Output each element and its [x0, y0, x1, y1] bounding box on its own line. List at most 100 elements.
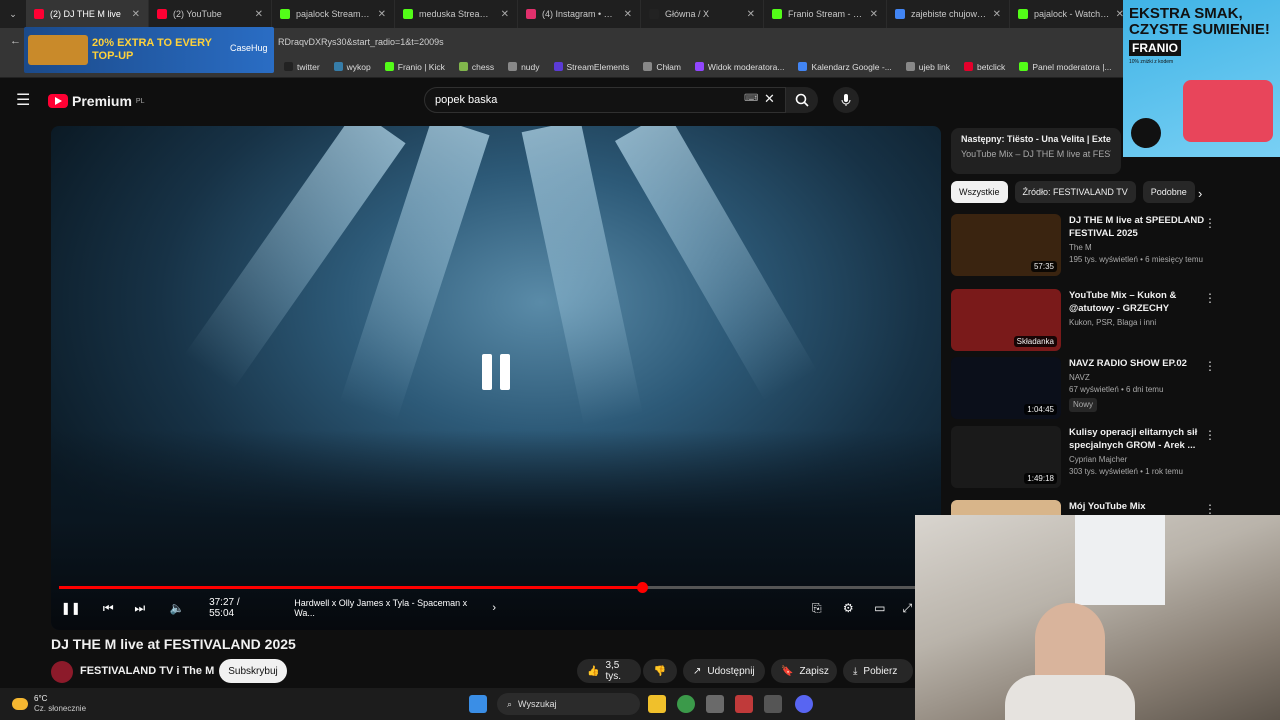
close-tab-icon[interactable]: ✕: [132, 9, 140, 20]
rec-channel[interactable]: Kukon, PSR, Blaga i inni: [1069, 317, 1216, 329]
bookmark-item[interactable]: twitter: [284, 62, 320, 72]
browser-tab[interactable]: zajebiste chujowe ch ✕: [887, 0, 1010, 28]
bookmark-item[interactable]: ujeb link: [905, 62, 950, 72]
progress-bar[interactable]: [59, 582, 916, 593]
file-explorer-icon[interactable]: [648, 695, 666, 713]
rec-title[interactable]: DJ THE M live at SPEEDLAND FESTIVAL 2025: [1069, 214, 1216, 240]
bookmark-item[interactable]: Panel moderatora |...: [1019, 62, 1112, 72]
rec-channel[interactable]: NAVZ: [1069, 372, 1216, 384]
light-beam: [615, 126, 817, 401]
recommendation-item[interactable]: 1:49:18 Kulisy operacji elitarnych sił sp…: [951, 426, 1216, 490]
browser-tab[interactable]: meduska Stream - W ✕: [395, 0, 518, 28]
video-player[interactable]: [51, 126, 941, 630]
chevron-right-icon[interactable]: ›: [492, 602, 496, 614]
sponsor-ad[interactable]: EKSTRA SMAK, CZYSTE SUMIENIE! FRANIO 10%…: [1123, 0, 1280, 157]
clear-search-icon[interactable]: ✕: [764, 91, 775, 107]
bookmark-item[interactable]: wykop: [333, 62, 371, 72]
volume-icon[interactable]: 🔈: [166, 598, 190, 618]
bookmark-item[interactable]: Kalendarz Google -...: [798, 62, 892, 72]
ad-brand: FRANIO: [1129, 40, 1181, 56]
close-tab-icon[interactable]: ✕: [255, 9, 263, 20]
browser-tab[interactable]: Główna / X ✕: [641, 0, 764, 28]
close-tab-icon[interactable]: ✕: [624, 9, 632, 20]
taskbar-search[interactable]: ⌕ Wyszukaj: [497, 693, 640, 715]
video-thumbnail[interactable]: 1:49:18: [951, 426, 1061, 488]
chapter-title[interactable]: Hardwell x Olly James x Tyla - Spaceman …: [294, 598, 486, 618]
recommendation-item[interactable]: 1:04:45 NAVZ RADIO SHOW EP.02 NAVZ 67 wyświ…: [951, 357, 1216, 421]
video-thumbnail[interactable]: 57:35: [951, 214, 1061, 276]
rec-title[interactable]: NAVZ RADIO SHOW EP.02: [1069, 357, 1216, 370]
browser-tab[interactable]: (2) DJ THE M live ✕: [26, 0, 149, 28]
chevron-right-icon[interactable]: ›: [1198, 186, 1202, 201]
video-thumbnail[interactable]: Składanka: [951, 289, 1061, 351]
up-next-card[interactable]: Następny: Tiësto - Una Velita | Extende …: [951, 128, 1121, 174]
dislike-button[interactable]: 👎: [643, 659, 677, 683]
bookmark-item[interactable]: nudy: [508, 62, 540, 72]
recommendation-item[interactable]: Składanka YouTube Mix – Kukon & @atutowy …: [951, 289, 1216, 353]
subtitles-icon[interactable]: ⎘: [805, 598, 829, 618]
more-options-icon[interactable]: ⋮: [1204, 216, 1216, 230]
rec-title[interactable]: Kulisy operacji elitarnych sił specjalny…: [1069, 426, 1216, 452]
bookmark-item[interactable]: Franio | Kick: [384, 61, 445, 72]
pause-icon[interactable]: ❚❚: [59, 598, 83, 618]
channel-avatar[interactable]: [51, 661, 73, 683]
menu-icon[interactable]: ☰: [16, 90, 30, 110]
like-button[interactable]: 👍 3,5 tys.: [577, 659, 641, 683]
more-options-icon[interactable]: ⋮: [1204, 428, 1216, 442]
filter-chip[interactable]: Źródło: FESTIVALAND TV: [1014, 181, 1136, 203]
rec-title[interactable]: Mój YouTube Mix: [1069, 500, 1216, 513]
share-button[interactable]: ↗ Udostępnij: [683, 659, 765, 683]
rec-channel[interactable]: Cyprian Majcher: [1069, 454, 1216, 466]
app-icon[interactable]: [735, 695, 753, 713]
subscribe-button[interactable]: Subskrybuj: [219, 659, 287, 683]
recommendation-item[interactable]: 57:35 DJ THE M live at SPEEDLAND FESTIVAL…: [951, 214, 1216, 278]
filter-chip[interactable]: Wszystkie: [951, 181, 1008, 203]
youtube-logo[interactable]: Premium PL: [48, 93, 144, 109]
bookmark-item[interactable]: StreamElements: [553, 62, 629, 72]
tab-list-icon[interactable]: ⌄: [0, 4, 26, 24]
bookmark-item[interactable]: Chłam: [643, 62, 681, 72]
search-input[interactable]: popek baska: [424, 87, 786, 113]
browser-tab[interactable]: pajalock - Watch clip ✕: [1010, 0, 1133, 28]
back-icon[interactable]: ←: [10, 35, 21, 47]
windows-start-icon[interactable]: [469, 695, 487, 713]
progress-scrubber[interactable]: [636, 582, 648, 593]
rec-channel[interactable]: The M: [1069, 242, 1216, 254]
next-icon[interactable]: ⏭: [128, 598, 152, 618]
browser-tab[interactable]: Franio Stream - Watc ✕: [764, 0, 887, 28]
settings-icon[interactable]: [764, 695, 782, 713]
banner-ad[interactable]: 20% EXTRA TO EVERY TOP-UP CaseHug: [24, 27, 274, 73]
pause-overlay-icon[interactable]: [476, 354, 516, 394]
bookmark-label: Franio | Kick: [397, 61, 445, 72]
discord-icon[interactable]: [795, 695, 813, 713]
close-tab-icon[interactable]: ✕: [993, 9, 1001, 20]
previous-icon[interactable]: ⏮: [97, 598, 121, 618]
search-button[interactable]: [786, 87, 818, 113]
close-tab-icon[interactable]: ✕: [870, 9, 878, 20]
bookmark-item[interactable]: chess: [458, 62, 494, 72]
browser-tab[interactable]: (2) YouTube ✕: [149, 0, 272, 28]
settings-icon[interactable]: ⚙: [837, 598, 861, 618]
browser-tab[interactable]: (4) Instagram • Wiad ✕: [518, 0, 641, 28]
filter-chip[interactable]: Podobne: [1142, 181, 1195, 203]
close-tab-icon[interactable]: ✕: [501, 9, 509, 20]
rec-title[interactable]: YouTube Mix – Kukon & @atutowy - GRZECHY: [1069, 289, 1216, 315]
more-options-icon[interactable]: ⋮: [1204, 502, 1216, 516]
download-button[interactable]: ⤓ Pobierz: [843, 659, 913, 683]
keyboard-icon[interactable]: ⌨: [744, 93, 758, 104]
miniplayer-icon[interactable]: ▭: [868, 598, 892, 618]
bookmark-item[interactable]: betclick: [963, 62, 1005, 72]
mic-button[interactable]: [833, 87, 859, 113]
browser-tab[interactable]: pajalock Stream - Wa ✕: [272, 0, 395, 28]
close-tab-icon[interactable]: ✕: [747, 9, 755, 20]
app-icon[interactable]: [706, 695, 724, 713]
more-options-icon[interactable]: ⋮: [1204, 359, 1216, 373]
url-text[interactable]: RDraqvDXRys30&start_radio=1&t=2009s: [278, 37, 444, 47]
chrome-icon[interactable]: [677, 695, 695, 713]
bookmark-item[interactable]: Widok moderatora...: [694, 62, 784, 72]
close-tab-icon[interactable]: ✕: [378, 9, 386, 20]
video-thumbnail[interactable]: 1:04:45: [951, 357, 1061, 419]
channel-name[interactable]: FESTIVALAND TV i The M: [80, 665, 214, 677]
save-button[interactable]: 🔖 Zapisz: [771, 659, 837, 683]
more-options-icon[interactable]: ⋮: [1204, 291, 1216, 305]
